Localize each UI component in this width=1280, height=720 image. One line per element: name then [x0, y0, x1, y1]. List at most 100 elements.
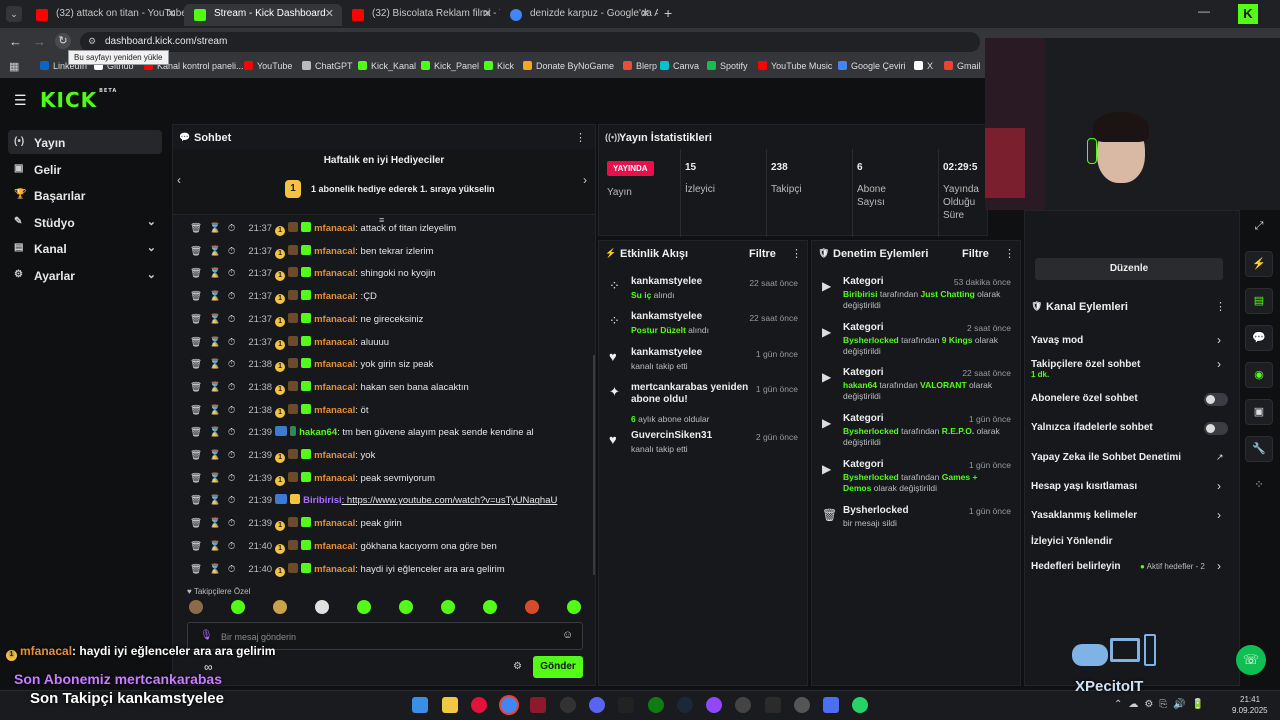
message-username[interactable]: mfanacal: [314, 450, 355, 461]
moderation-filter-button[interactable]: Filtre: [962, 248, 989, 260]
emote-button[interactable]: [525, 600, 539, 614]
notes-icon[interactable]: ▤: [1245, 288, 1273, 314]
chat-message[interactable]: 🗑⌛⏱ 21:39 1 mfanacal: peak sevmiyorum: [190, 471, 435, 486]
file-explorer-icon[interactable]: [442, 697, 458, 713]
bookmark-item[interactable]: Donate ByNoGame: [523, 61, 614, 71]
message-username[interactable]: mfanacal: [314, 223, 355, 234]
mod-action-icons[interactable]: 🗑⌛⏱: [190, 518, 242, 529]
media-player-icon[interactable]: [471, 697, 487, 713]
chat-message[interactable]: 🗑⌛⏱ 21:39 1 mfanacal: peak girin: [190, 517, 402, 532]
mod-action-icons[interactable]: 🗑⌛⏱: [190, 382, 242, 393]
emote-button[interactable]: [189, 600, 203, 614]
bookmark-item[interactable]: Blerp: [623, 61, 657, 71]
channel-action-item[interactable]: Yalnızca ifadelerle sohbet: [1031, 422, 1153, 433]
event-title[interactable]: kankamstyelee: [631, 311, 749, 323]
channel-action-item[interactable]: Yapay Zeka ile Sohbet Denetimi: [1031, 452, 1181, 463]
close-icon[interactable]: ✕: [167, 7, 176, 20]
message-username[interactable]: hakan64: [299, 427, 337, 438]
back-button[interactable]: ←: [9, 34, 22, 49]
emote-button[interactable]: [357, 600, 371, 614]
emote-button[interactable]: [273, 600, 287, 614]
chat-message[interactable]: 🗑⌛⏱ 21:38 1 mfanacal: hakan sen bana alacak…: [190, 380, 469, 395]
chat-message[interactable]: 🗑⌛⏱ 21:40 1 mfanacal: haydi iyi eğlenceler …: [190, 562, 505, 577]
mic-icon[interactable]: 🎙: [200, 630, 213, 641]
activity-filter-button[interactable]: Filtre: [749, 248, 776, 260]
chevron-right-icon[interactable]: ›: [1217, 479, 1221, 493]
mod-action-icons[interactable]: 🗑⌛⏱: [190, 405, 242, 416]
steam-icon[interactable]: [677, 697, 693, 713]
emote-button[interactable]: [231, 600, 245, 614]
bookmark-item[interactable]: Kick: [484, 61, 514, 71]
chat-message[interactable]: 🗑⌛⏱ 21:38 1 mfanacal: öt: [190, 403, 368, 418]
channel-action-item[interactable]: Hesap yaşı kısıtlaması: [1031, 481, 1137, 492]
forward-button[interactable]: →: [33, 34, 46, 49]
mod-actor[interactable]: Biribirisi: [843, 289, 877, 299]
settings-icon[interactable]: [794, 697, 810, 713]
message-username[interactable]: mfanacal: [314, 314, 355, 325]
bookmark-item[interactable]: YouTube: [244, 61, 292, 71]
gifters-prev-button[interactable]: ‹: [177, 173, 181, 187]
mod-actor[interactable]: Bysherlocked: [843, 426, 899, 436]
toggle-switch[interactable]: [1204, 393, 1228, 406]
bookmark-item[interactable]: Gmail: [944, 61, 981, 71]
emote-button[interactable]: [567, 600, 581, 614]
emote-button[interactable]: [483, 600, 497, 614]
emote-button[interactable]: [315, 600, 329, 614]
channel-actions-menu-icon[interactable]: ⋮: [1215, 300, 1226, 313]
mod-action-icons[interactable]: 🗑⌛⏱: [190, 223, 242, 234]
close-icon[interactable]: ✕: [641, 7, 650, 20]
kick-logo[interactable]: KICK BETA: [40, 88, 117, 112]
apps-icon[interactable]: ▦: [9, 60, 19, 73]
bookmark-item[interactable]: ChatGPT: [302, 61, 353, 71]
menu-icon[interactable]: ☰: [14, 92, 27, 109]
tab-youtube-biscolata[interactable]: (32) Biscolata Reklam filmi - Yo ✕: [342, 4, 500, 26]
chat-message[interactable]: 🗑⌛⏱ 21:37 1 mfanacal: shingoki no kyojin: [190, 267, 436, 282]
event-title[interactable]: kankamstyelee: [631, 276, 749, 288]
message-username[interactable]: mfanacal: [314, 359, 355, 370]
message-username[interactable]: mfanacal: [314, 518, 355, 529]
event-title[interactable]: GuvercinSiken31: [631, 430, 749, 442]
mod-action-icons[interactable]: 🗑⌛⏱: [190, 359, 242, 370]
send-button[interactable]: Gönder: [533, 656, 583, 678]
chat-message[interactable]: 🗑⌛⏱ 21:39 1 mfanacal: yok: [190, 449, 375, 463]
mod-action-icons[interactable]: 🗑⌛⏱: [190, 495, 242, 506]
layout-icon[interactable]: ▣: [1245, 399, 1273, 425]
chevron-down-icon[interactable]: ⌄: [147, 268, 156, 281]
tray-icons[interactable]: ⌃☁⚙⎘🔊🔋: [1114, 699, 1210, 710]
chevron-right-icon[interactable]: ›: [1217, 508, 1221, 522]
chevron-right-icon[interactable]: ›: [1217, 357, 1221, 371]
event-title[interactable]: mertcankarabas yeniden abone oldu!: [631, 382, 749, 406]
chat-message[interactable]: 🗑⌛⏱ 21:37 1 mfanacal: ben tekrar izlerim: [190, 244, 433, 259]
mod-actor[interactable]: Bysherlocked: [843, 335, 899, 345]
opera-icon[interactable]: [530, 697, 546, 713]
obs-icon[interactable]: [735, 697, 751, 713]
chrome-icon[interactable]: [501, 697, 517, 713]
sidebar-item-2[interactable]: 🏆 Başarılar: [8, 183, 162, 207]
message-username[interactable]: mfanacal: [314, 405, 355, 416]
mod-action-icons[interactable]: 🗑⌛⏱: [190, 291, 242, 302]
event-title[interactable]: kankamstyelee: [631, 347, 749, 359]
minimize-button[interactable]: —: [1198, 4, 1210, 18]
tools-icon[interactable]: 🔧: [1245, 436, 1273, 462]
windows-start-icon[interactable]: [412, 697, 428, 713]
tab-google-search[interactable]: denizde karpuz - Google'da Ara ✕: [500, 4, 658, 26]
epic-games-icon[interactable]: [618, 697, 634, 713]
mod-action-icons[interactable]: 🗑⌛⏱: [190, 541, 242, 552]
site-info-icon[interactable]: ⚙: [88, 36, 96, 47]
channel-action-item[interactable]: Takipçilere özel sohbet: [1031, 359, 1140, 370]
chat-message[interactable]: 🗑⌛⏱ 21:37 1 mfanacal: aluuuu: [190, 335, 389, 350]
broadcast-icon[interactable]: ◉: [1245, 362, 1273, 388]
app-icon-3[interactable]: [823, 697, 839, 713]
chat-message[interactable]: 🗑⌛⏱ 21:38 1 mfanacal: yok girin siz peak: [190, 358, 433, 373]
chat-message[interactable]: 🗑⌛⏱ 21:39 Biribirisi: https://www.youtube.…: [190, 494, 557, 506]
chat-scrollbar[interactable]: [593, 355, 595, 575]
moderation-menu-icon[interactable]: ⋮: [1004, 247, 1015, 260]
chevron-right-icon[interactable]: ›: [1217, 333, 1221, 347]
channel-action-item[interactable]: Yavaş mod: [1031, 335, 1083, 346]
message-text[interactable]: : https://www.youtube.com/watch?v=usTyUN…: [342, 495, 558, 506]
emoji-icon[interactable]: ☺: [562, 629, 573, 641]
sidebar-item-5[interactable]: ⚙ Ayarlar ⌄: [8, 263, 162, 287]
mod-action-icons[interactable]: 🗑⌛⏱: [190, 337, 242, 348]
discord-icon[interactable]: [589, 697, 605, 713]
sidebar-item-3[interactable]: ✎ Stüdyo ⌄: [8, 210, 162, 234]
